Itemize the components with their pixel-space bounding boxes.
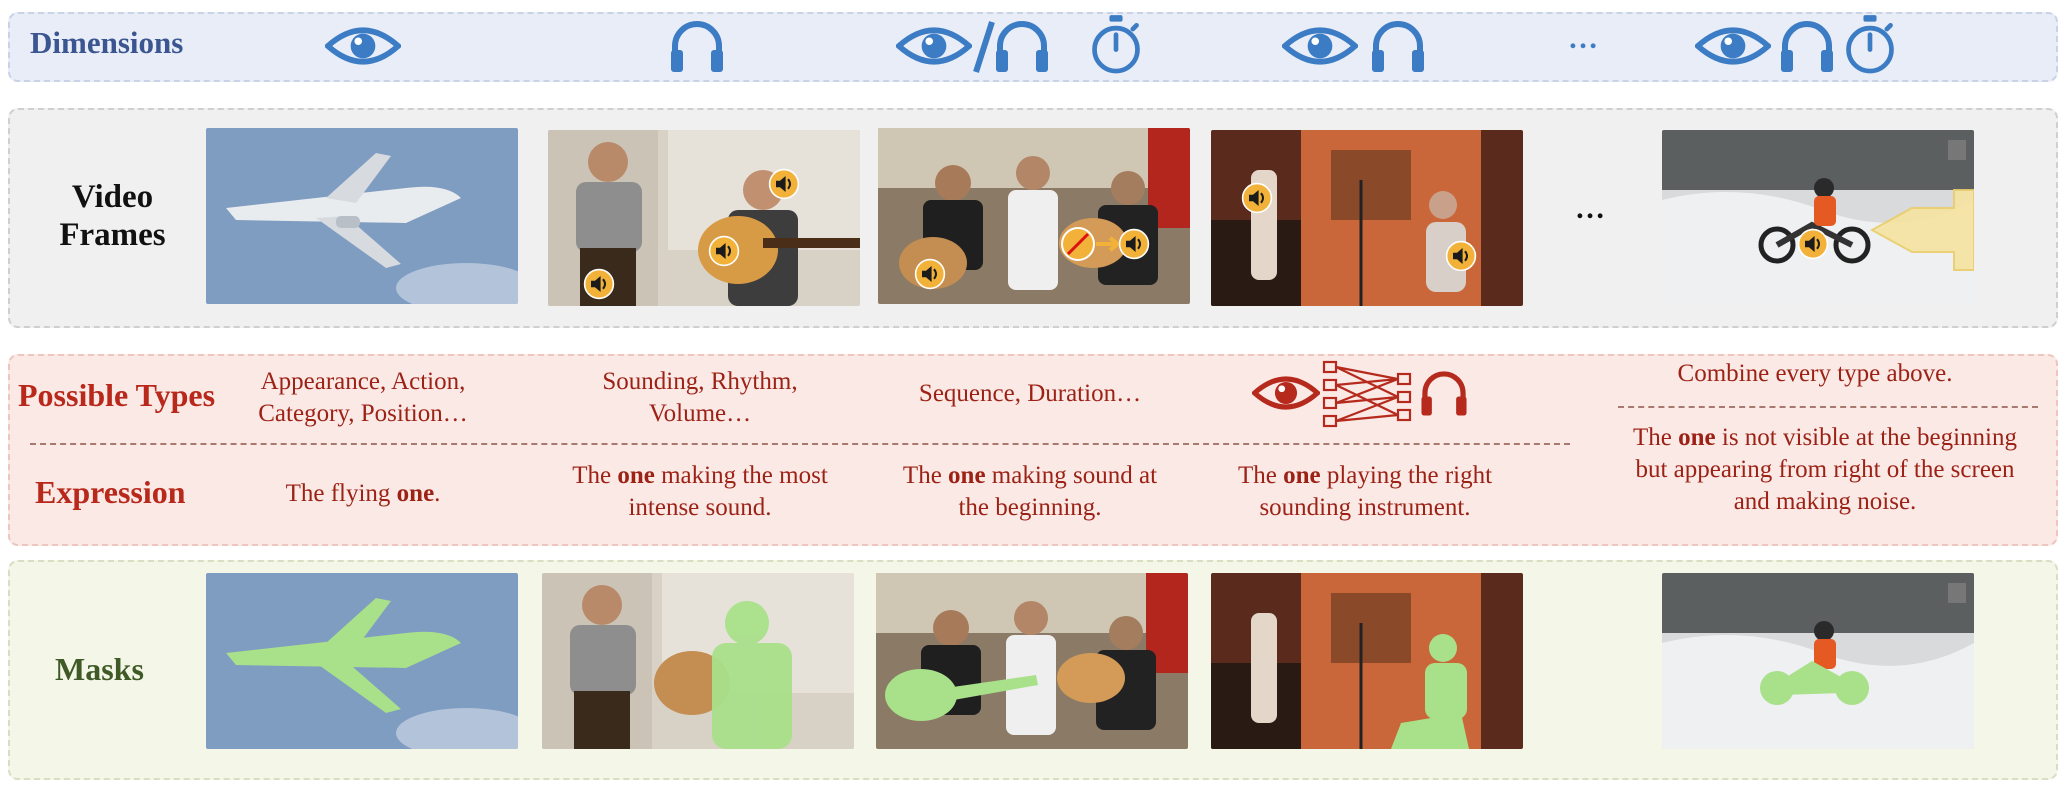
expression-2: The one making the most intense sound. [572,462,828,521]
headphones-icon [992,16,1052,76]
combine-divider [1618,406,2038,408]
mask-frame-three-guitarists [876,573,1188,749]
types-column-2: Sounding, Rhythm, Volume… [555,366,845,430]
eye-icon [1695,20,1771,72]
types-text: Combine every type above. [1677,360,1953,387]
mask-frame-guitar-cajon [542,573,854,749]
types-column-3: Sequence, Duration… [880,378,1180,410]
expression-5: The one is not visible at the beginning … [1633,424,2017,515]
ellipsis: … [1575,192,1605,225]
eye-icon [896,20,972,72]
video-frame-guitar-cajon [548,130,860,306]
expression-4: The one playing the right sounding instr… [1237,462,1493,521]
types-text: Sequence, Duration… [918,380,1142,407]
headphones-icon [1418,367,1470,419]
headphones-icon [1777,16,1837,76]
cross-link-network-icon [1322,360,1412,428]
types-text: Sounding, Rhythm, [602,368,798,395]
stopwatch-icon [1842,12,1898,76]
row-label-masks: Masks [55,651,144,687]
row-label-dimensions: Dimensions [30,25,184,60]
headphones-icon [1368,16,1428,76]
expression-1: The flying one. [285,480,441,507]
mask-frame-concert [1211,573,1523,749]
video-frame-motorbike-snow [1662,130,1974,306]
types-text: Appearance, Action, [260,368,466,395]
video-frame-airplane [206,128,518,304]
types-column-1: Appearance, Action, Category, Position… [218,366,508,430]
row-label-video-frames: Video Frames [59,179,166,253]
mask-frame-motorbike-snow [1662,573,1974,749]
headphones-icon [667,16,727,76]
types-text: Category, Position… [258,400,468,427]
stopwatch-icon [1088,12,1144,76]
types-expression-divider [30,443,1570,445]
eye-icon [325,20,401,72]
eye-icon [1282,20,1358,72]
video-frame-concert [1211,130,1523,306]
eye-icon [1252,370,1320,416]
types-column-5: Combine every type above. [1610,358,2020,390]
mask-frame-airplane [206,573,518,749]
row-label-possible-types: Possible Types [18,377,216,413]
ellipsis: … [1568,22,1598,55]
types-text: Volume… [648,400,752,427]
video-frame-three-guitarists [878,128,1190,304]
expression-3: The one making sound at the beginning. [902,462,1158,521]
row-label-expression: Expression [35,474,186,510]
